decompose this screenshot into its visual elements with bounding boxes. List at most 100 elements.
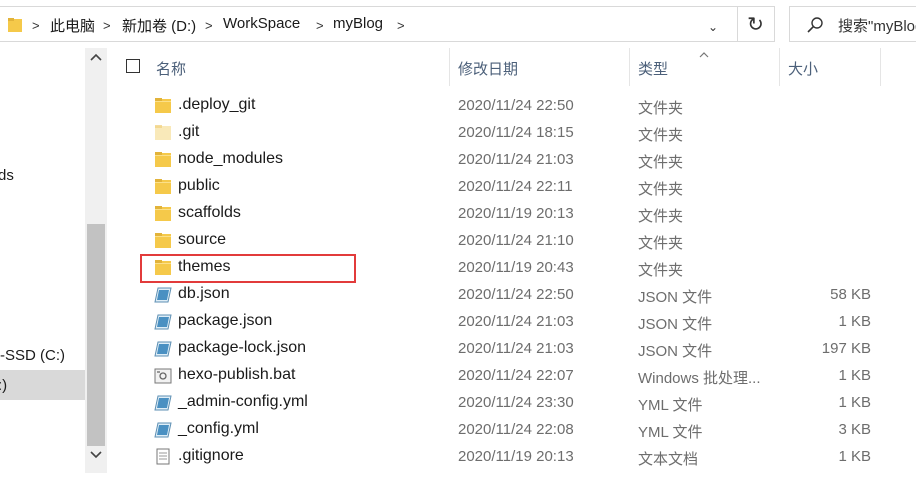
column-size[interactable]: 大小 [788, 58, 818, 79]
file-date-modified: 2020/11/19 20:43 [458, 259, 574, 276]
breadcrumb-item-this-pc[interactable]: 此电脑 [50, 15, 95, 36]
yml-file-icon [154, 394, 172, 411]
scroll-up-icon[interactable] [85, 52, 107, 70]
file-row[interactable]: package.json 2020/11/24 21:03 JSON 文件 1 KB [110, 308, 916, 335]
column-date[interactable]: 修改日期 [458, 58, 518, 79]
refresh-button[interactable]: ↻ [737, 6, 775, 42]
file-name[interactable]: .gitignore [178, 447, 244, 465]
file-type: 文件夹 [638, 127, 684, 144]
search-input[interactable]: 搜索"myBlog" [789, 6, 916, 42]
address-bar: > 此电脑 > 新加卷 (D:) > WorkSpace > myBlog > … [0, 0, 916, 48]
file-date-modified: 2020/11/24 18:15 [458, 124, 574, 141]
file-row[interactable]: source 2020/11/24 21:10 文件夹 [110, 227, 916, 254]
json-file-icon [154, 313, 172, 330]
file-size: 1 KB [838, 367, 871, 384]
file-name[interactable]: _admin-config.yml [178, 393, 308, 411]
file-name[interactable]: source [178, 231, 226, 249]
hidden-folder-icon [154, 124, 172, 141]
file-date-modified: 2020/11/19 20:13 [458, 205, 574, 222]
file-size: 3 KB [838, 421, 871, 438]
file-size: 197 KB [821, 340, 871, 357]
nav-item-scaffolds[interactable]: ds [0, 167, 14, 184]
breadcrumb-item-workspace[interactable]: WorkSpace [223, 15, 300, 32]
file-name[interactable]: _config.yml [178, 420, 259, 438]
file-type: YML 文件 [638, 424, 703, 441]
breadcrumb-separator: > [103, 18, 111, 33]
file-row[interactable]: node_modules 2020/11/24 21:03 文件夹 [110, 146, 916, 173]
column-type[interactable]: 类型 [638, 58, 668, 79]
sort-up-icon [699, 52, 709, 58]
folder-icon [154, 205, 172, 222]
nav-item-drive-c[interactable]: -SSD (C:) [0, 347, 65, 364]
file-date-modified: 2020/11/24 23:30 [458, 394, 574, 411]
column-name[interactable]: 名称 [156, 58, 186, 79]
file-date-modified: 2020/11/24 21:03 [458, 340, 574, 357]
file-name[interactable]: .deploy_git [178, 96, 255, 114]
nav-item-drive-d[interactable]: :) [0, 377, 7, 394]
select-all-checkbox[interactable] [126, 59, 140, 73]
file-type: 文件夹 [638, 235, 684, 252]
file-row[interactable]: .gitignore 2020/11/19 20:13 文本文档 1 KB [110, 443, 916, 470]
column-divider[interactable] [880, 48, 881, 86]
folder-icon [154, 151, 172, 168]
yml-file-icon [154, 421, 172, 438]
chevron-down-icon[interactable]: ⌄ [708, 20, 718, 34]
file-type: 文本文档 [638, 451, 699, 468]
file-size: 1 KB [838, 394, 871, 411]
file-row[interactable]: _config.yml 2020/11/24 22:08 YML 文件 3 KB [110, 416, 916, 443]
folder-icon [154, 232, 172, 249]
annotation-highlight-box [140, 254, 356, 283]
file-type: 文件夹 [638, 154, 684, 171]
file-name[interactable]: .git [178, 123, 199, 141]
file-row[interactable]: .git 2020/11/24 18:15 文件夹 [110, 119, 916, 146]
file-name[interactable]: node_modules [178, 150, 283, 168]
file-row[interactable]: public 2020/11/24 22:11 文件夹 [110, 173, 916, 200]
file-type: 文件夹 [638, 262, 684, 279]
navigation-pane[interactable]: ds -SSD (C:) :) [0, 48, 110, 481]
file-name[interactable]: package.json [178, 312, 272, 330]
file-date-modified: 2020/11/24 21:03 [458, 151, 574, 168]
column-divider[interactable] [449, 48, 450, 86]
search-placeholder: 搜索"myBlog" [838, 18, 916, 35]
file-name[interactable]: scaffolds [178, 204, 241, 222]
column-divider[interactable] [779, 48, 780, 86]
breadcrumb-separator: > [316, 18, 324, 33]
json-file-icon [154, 340, 172, 357]
file-type: 文件夹 [638, 181, 684, 198]
file-size: 58 KB [830, 286, 871, 303]
file-row[interactable]: scaffolds 2020/11/19 20:13 文件夹 [110, 200, 916, 227]
scroll-down-icon[interactable] [85, 450, 107, 468]
breadcrumb-item-myblog[interactable]: myBlog [333, 15, 383, 32]
folder-icon [8, 18, 22, 32]
file-row[interactable]: hexo-publish.bat 2020/11/24 22:07 Windows … [110, 362, 916, 389]
batch-file-icon [154, 367, 172, 384]
file-name[interactable]: public [178, 177, 220, 195]
column-divider[interactable] [629, 48, 630, 86]
file-type: 文件夹 [638, 208, 684, 225]
json-file-icon [154, 286, 172, 303]
file-row[interactable]: _admin-config.yml 2020/11/24 23:30 YML 文件 1… [110, 389, 916, 416]
file-date-modified: 2020/11/24 21:10 [458, 232, 574, 249]
file-date-modified: 2020/11/19 20:13 [458, 448, 574, 465]
file-type: JSON 文件 [638, 289, 713, 306]
breadcrumb-item-drive-d[interactable]: 新加卷 (D:) [122, 15, 196, 36]
breadcrumb[interactable]: > 此电脑 > 新加卷 (D:) > WorkSpace > myBlog > … [0, 6, 738, 42]
file-name[interactable]: package-lock.json [178, 339, 306, 357]
file-row[interactable]: .deploy_git 2020/11/24 22:50 文件夹 [110, 92, 916, 119]
file-name[interactable]: db.json [178, 285, 230, 303]
text-file-icon [154, 448, 172, 465]
search-icon [807, 17, 823, 33]
folder-icon [154, 97, 172, 114]
folder-icon [154, 178, 172, 195]
file-name[interactable]: hexo-publish.bat [178, 366, 295, 384]
file-date-modified: 2020/11/24 22:07 [458, 367, 574, 384]
file-row[interactable]: package-lock.json 2020/11/24 21:03 JSON 文件… [110, 335, 916, 362]
nav-scrollbar-thumb[interactable] [87, 224, 105, 446]
file-type: YML 文件 [638, 397, 703, 414]
file-type: 文件夹 [638, 100, 684, 117]
file-type: Windows 批处理... [638, 370, 761, 387]
file-type: JSON 文件 [638, 343, 713, 360]
file-row[interactable]: db.json 2020/11/24 22:50 JSON 文件 58 KB [110, 281, 916, 308]
breadcrumb-separator: > [32, 18, 40, 33]
file-type: JSON 文件 [638, 316, 713, 333]
